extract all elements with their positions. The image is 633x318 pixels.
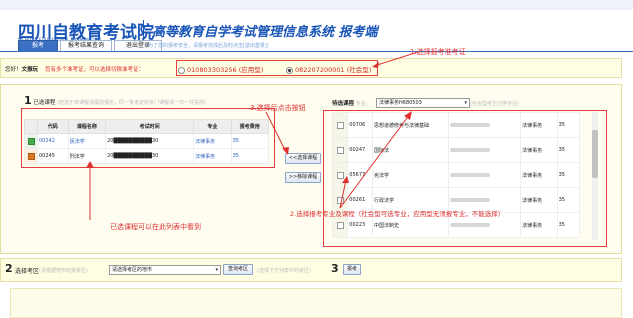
checkbox-icon[interactable] [27,152,35,160]
blurred-time [450,222,491,227]
selected-table: 代码 课程名称 考试时间 专业 报考费用 00242 民法学 20███████… [24,119,270,164]
greeting: 您好！ [5,67,22,73]
arrow-icon [372,51,419,68]
annot-selected-visible: 已选课程可以在此列表中看到 [110,223,201,231]
pending-scrollbar[interactable] [592,112,598,240]
col-name: 课程名称 [67,119,107,134]
exam-area-bar: 2 选择考区 (请根据地市的报考区) 请选择考区的地市 ▾ 查询考区 (选择下方… [0,258,622,282]
nav-divider [0,51,633,52]
arrow-icon [265,111,289,155]
city-select[interactable]: 请选择考区的地市 ▾ [109,265,221,275]
signup-button[interactable]: 报考 [343,264,361,275]
major-hint: (社会型考生切换专业) [470,101,519,107]
blurred-time [450,147,491,152]
exam-area-hint: (请根据地市的报考区) [39,268,88,274]
area-list-hint: (选择下方列表中的考区) [257,268,311,274]
user-name: 文振玩 [21,67,39,73]
header-divider [143,20,144,40]
checkbox-icon[interactable] [336,221,344,229]
table-row[interactable]: 00242 民法学 20██████████30 法律事务 35 [24,133,270,149]
checkbox-icon[interactable] [27,137,35,145]
logout-hint: (为了您的报考安全，请报考完成后及时点击[退出登录]) [146,43,269,49]
chevron-down-icon: ▾ [215,267,218,273]
scrollbar-thumb[interactable] [592,130,598,178]
exam-area-list [10,288,622,318]
table-row[interactable]: 00245 刑法学 20██████████30 法律事务 35 [24,148,270,164]
selected-title: 已选课程 [33,100,56,106]
system-title: 高等教育自学考试管理信息系统 报考端 [152,25,378,40]
query-area-button[interactable]: 查询考区 [223,264,253,275]
col-time: 考试时间 [105,119,195,134]
highlight-cert [176,60,378,76]
major-select[interactable]: 法律事务H680503 ▾ [376,98,470,108]
blurred-time [450,197,491,202]
step-3: 3 [331,262,339,275]
step-1: 1 [24,94,32,107]
col-code: 代码 [37,119,69,134]
site-header: 四川自教育考试院 SICHUAN EDUCATIONAL EXAMINATION… [0,10,633,43]
major-label: 专业: [355,101,368,107]
chevron-down-icon: ▾ [464,100,467,106]
pending-title: 待选课程 [332,101,355,107]
blurred-time [450,122,491,127]
arrow-icon [339,111,412,209]
blurred-time [450,172,491,177]
selected-hint: (若选不到课程请提前报名，同一批考证的多门课程请一次一并提前) [57,100,207,106]
col-major: 专业 [193,119,232,134]
step-2: 2 [5,262,13,275]
exam-area-title: 选择考区 [15,268,40,275]
cert-message: 您有多个准考证，可以选择切换准考证： [45,67,145,73]
arrow-icon [86,161,94,220]
